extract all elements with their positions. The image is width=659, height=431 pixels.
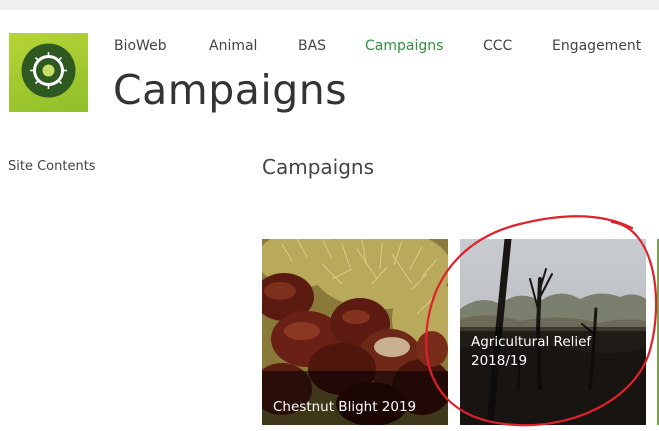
tile-title-line-1: Agricultural Relief	[471, 334, 592, 350]
site-title[interactable]: Campaigns	[113, 66, 347, 114]
quick-launch: Site Contents	[8, 155, 96, 174]
tile-caption: Chestnut Blight 2019	[262, 371, 448, 425]
tile-title: Chestnut Blight 2019	[273, 399, 417, 415]
site-logo[interactable]	[9, 33, 88, 112]
logo-emblem-icon	[21, 43, 76, 98]
tile-title-line-2: 2018/19	[471, 353, 528, 369]
topnav-item-ccc[interactable]: CCC	[483, 38, 512, 54]
topnav-item-campaigns[interactable]: Campaigns	[365, 38, 443, 54]
suite-bar	[0, 0, 659, 10]
campaign-tile-chestnut-blight[interactable]: Chestnut Blight 2019	[262, 239, 448, 425]
tile-caption: Agricultural Relief 2018/19	[460, 327, 646, 425]
page-heading: Campaigns	[262, 155, 375, 179]
topnav-item-animal[interactable]: Animal	[209, 38, 257, 54]
campaign-tile-agricultural-relief[interactable]: Agricultural Relief 2018/19	[460, 239, 646, 425]
topnav-item-engagement[interactable]: Engagement	[552, 38, 641, 54]
topnav-item-bas[interactable]: BAS	[298, 38, 326, 54]
site-contents-link[interactable]: Site Contents	[8, 159, 96, 174]
page: BioWeb Animal BAS Campaigns CCC Engageme…	[0, 0, 659, 431]
topnav-item-bioweb[interactable]: BioWeb	[114, 38, 167, 54]
